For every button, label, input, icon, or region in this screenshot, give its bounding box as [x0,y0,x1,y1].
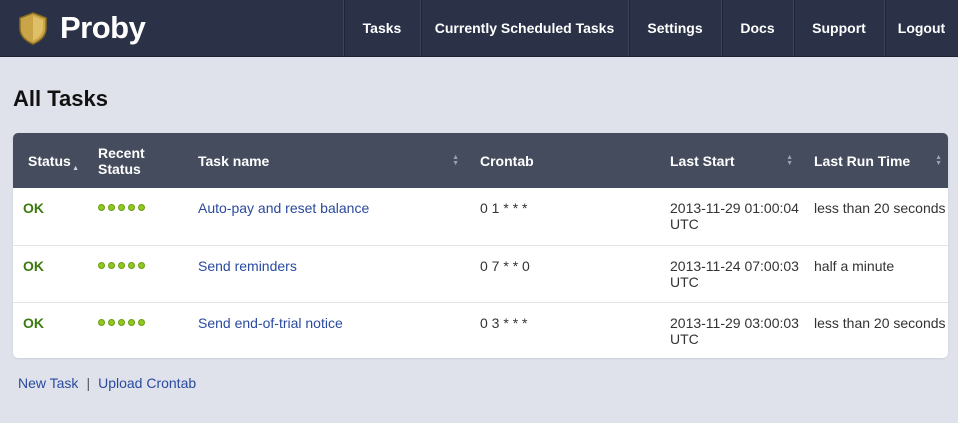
success-dot-icon[interactable] [108,261,115,269]
task-name-cell: Send end-of-trial notice [183,302,465,358]
column-header-recent-status: Recent Status [83,133,183,188]
success-dot-icon[interactable] [118,261,125,269]
sort-icon: ▲ ▼ [786,153,793,167]
upload-crontab-link[interactable]: Upload Crontab [98,375,196,391]
last-start-cell: 2013-11-29 03:00:03 UTC [670,314,799,347]
tasks-table: Status ▲ Recent Status Task name ▲ ▼ Cron… [13,133,948,358]
sort-asc-icon: ▲ [72,164,79,172]
status-cell: OK [23,257,44,274]
column-header-crontab: Crontab [465,133,655,188]
last-run-time-cell: less than 20 seconds [814,314,946,331]
nav-scheduled-tasks[interactable]: Currently Scheduled Tasks [420,0,628,56]
success-dot-icon[interactable] [138,261,145,269]
column-header-label: Last Start [670,152,735,169]
last-start-cell: 2013-11-29 01:00:04 UTC [670,200,799,232]
task-name-cell: Send reminders [183,245,465,302]
column-header-task-name[interactable]: Task name ▲ ▼ [183,133,465,188]
sort-icon: ▲ ▼ [452,153,459,167]
recent-status-dots [98,258,183,269]
status-cell: OK [23,200,44,216]
tasks-table-container: Status ▲ Recent Status Task name ▲ ▼ Cron… [13,133,948,358]
recent-status-cell [83,245,183,302]
crontab-cell: 0 1 * * * [480,200,528,216]
sort-icon: ▲ ▼ [935,153,942,167]
top-navbar: Proby Tasks Currently Scheduled Tasks Se… [0,0,958,57]
column-header-last-run-time[interactable]: Last Run Time ▲ ▼ [799,133,948,188]
success-dot-icon[interactable] [138,204,145,211]
last-run-time-cell: less than 20 seconds [814,200,946,216]
footer-links: New Task | Upload Crontab [18,375,196,391]
task-name-cell: Auto-pay and reset balance [183,188,465,245]
recent-status-cell [83,188,183,245]
new-task-link[interactable]: New Task [18,375,78,391]
nav-support[interactable]: Support [793,0,884,56]
success-dot-icon[interactable] [108,318,115,326]
nav-logout[interactable]: Logout [884,0,958,56]
column-header-label: Status [28,152,71,169]
success-dot-icon[interactable] [118,204,125,211]
link-separator: | [86,375,91,391]
success-dot-icon[interactable] [128,261,135,269]
recent-status-cell [83,302,183,358]
column-header-last-start[interactable]: Last Start ▲ ▼ [655,133,799,188]
task-name-link[interactable]: Send end-of-trial notice [198,315,343,331]
column-header-label: Task name [198,152,270,169]
success-dot-icon[interactable] [98,204,105,211]
nav-tasks[interactable]: Tasks [343,0,420,56]
success-dot-icon[interactable] [98,318,105,326]
success-dot-icon[interactable] [138,318,145,326]
page-title: All Tasks [13,86,108,111]
crontab-cell: 0 3 * * * [480,314,528,331]
nav-links: Tasks Currently Scheduled Tasks Settings… [343,0,958,56]
column-header-label: Crontab [480,152,534,169]
column-header-status[interactable]: Status ▲ [13,133,83,188]
table-row: OK Send reminders 0 7 * * 0 2013-11-24 0… [13,245,948,302]
last-start-cell: 2013-11-24 07:00:03 UTC [670,257,799,290]
shield-icon [19,12,47,45]
success-dot-icon[interactable] [128,204,135,211]
brand[interactable]: Proby [0,0,343,56]
table-row: OK Send end-of-trial notice 0 3 * * * 20… [13,302,948,358]
task-name-link[interactable]: Send reminders [198,258,297,274]
task-name-link[interactable]: Auto-pay and reset balance [198,200,369,216]
success-dot-icon[interactable] [118,318,125,326]
crontab-cell: 0 7 * * 0 [480,257,530,274]
recent-status-dots [98,200,183,211]
column-header-label: Recent Status [98,144,145,177]
recent-status-dots [98,315,183,326]
nav-docs[interactable]: Docs [721,0,793,56]
success-dot-icon[interactable] [128,318,135,326]
success-dot-icon[interactable] [108,204,115,211]
last-run-time-cell: half a minute [814,257,895,274]
table-header-row: Status ▲ Recent Status Task name ▲ ▼ Cron… [13,133,948,188]
brand-name: Proby [60,10,146,45]
table-row: OK Auto-pay and reset balance 0 1 * * * … [13,188,948,245]
status-cell: OK [23,314,44,331]
nav-settings[interactable]: Settings [628,0,721,56]
success-dot-icon[interactable] [98,261,105,269]
column-header-label: Last Run Time [814,152,911,169]
